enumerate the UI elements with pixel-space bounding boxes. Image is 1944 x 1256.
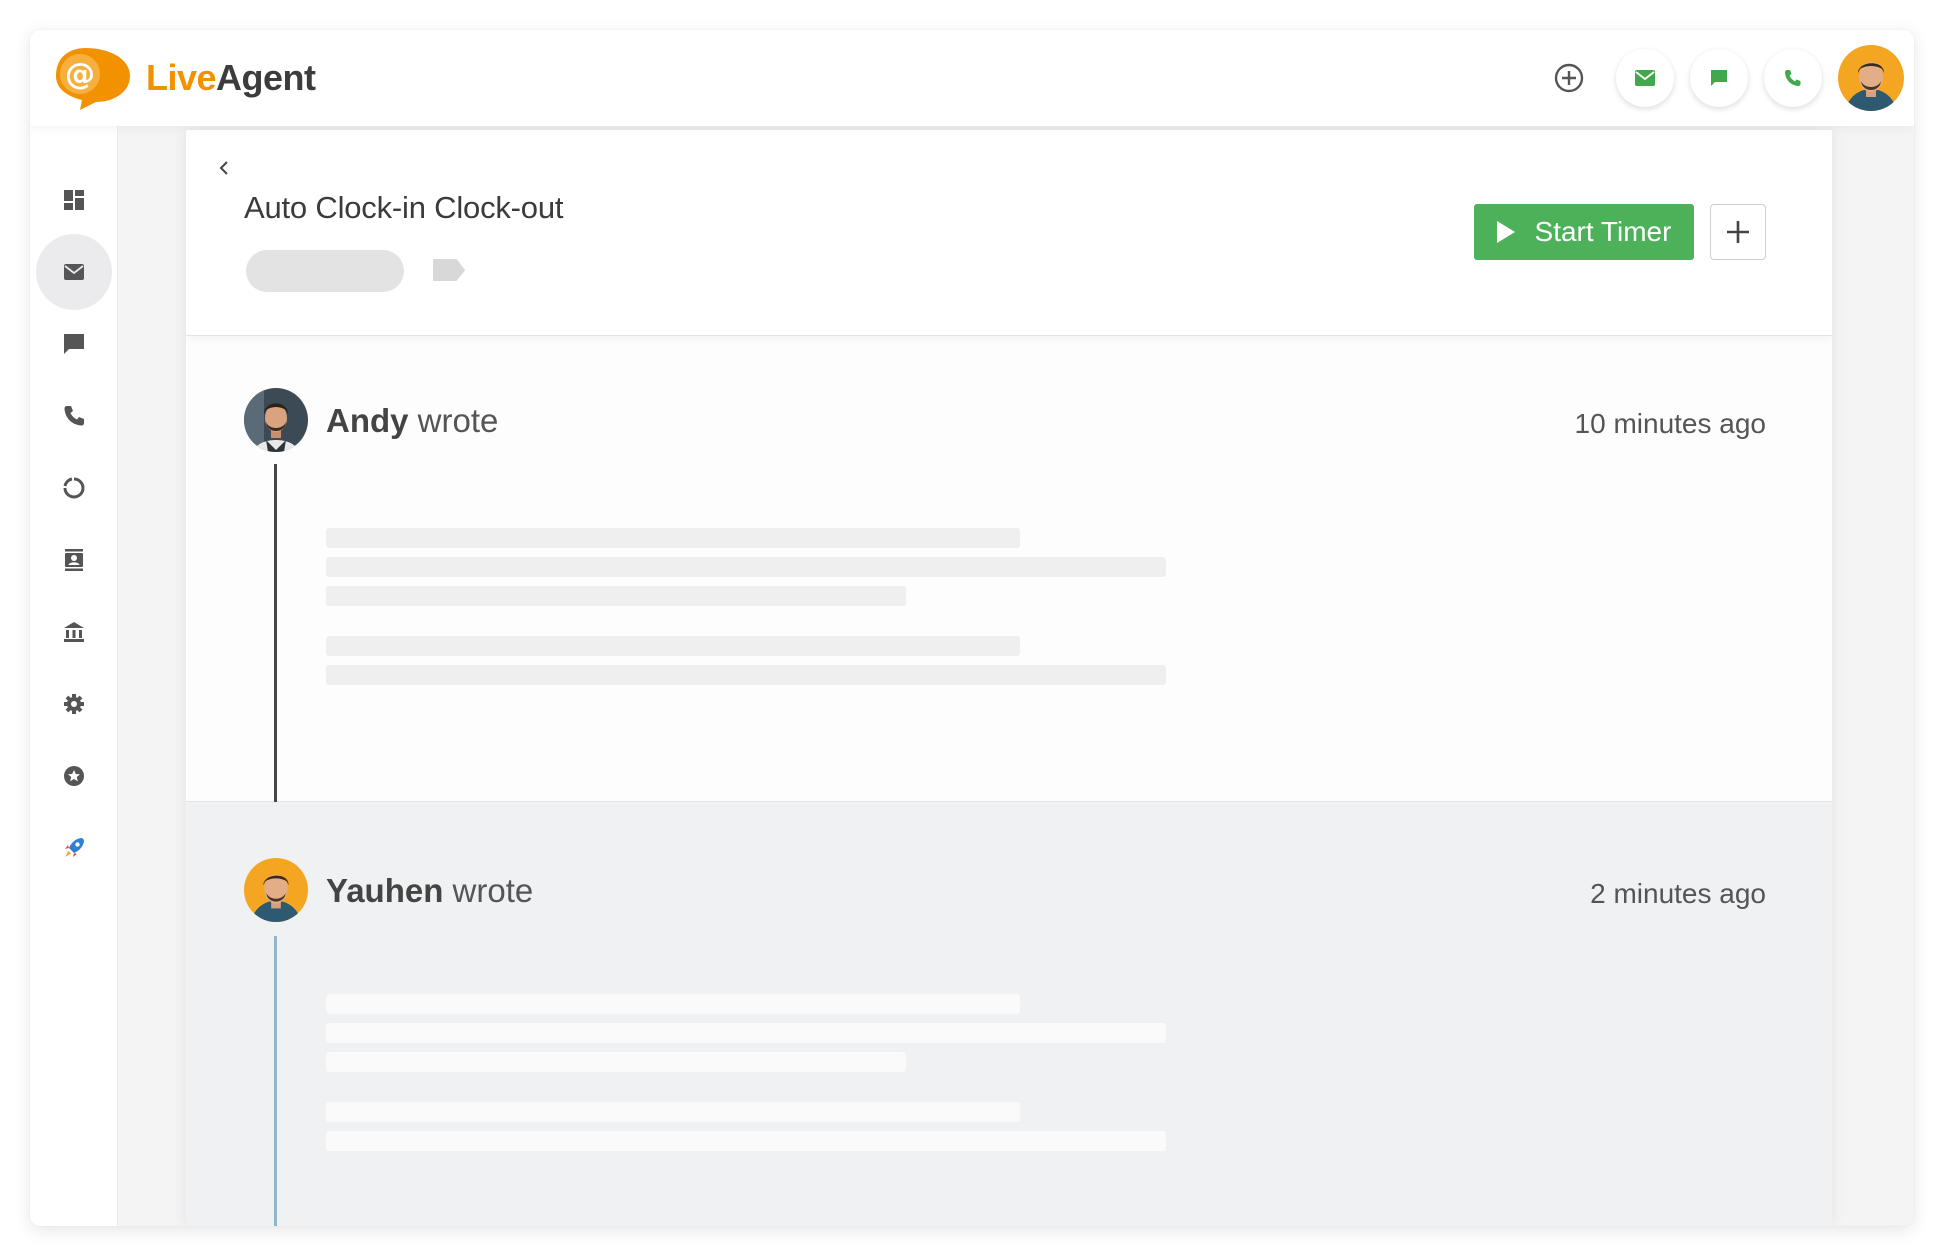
ticket-title: Auto Clock-in Clock-out [244,190,564,225]
author-avatar [244,388,308,452]
sidebar-item-configuration[interactable] [36,666,112,742]
dashboard-icon [64,190,84,210]
message-author: Andy wrote [326,402,498,440]
avatar-image [1838,45,1904,111]
avatar-image [244,858,308,922]
sidebar-item-chats[interactable] [36,306,112,382]
chat-icon [64,334,84,354]
message-time: 2 minutes ago [1590,878,1766,909]
new-email-button[interactable] [1616,49,1674,107]
settings-icon [64,694,84,714]
user-avatar[interactable] [1838,45,1904,111]
chevron-left-icon [219,161,228,175]
sidebar-item-plugins[interactable] [36,738,112,814]
text-placeholder [326,1131,1166,1151]
top-bar: @ LiveAgent [30,30,1914,126]
star-icon [64,766,84,786]
play-icon [1496,221,1515,243]
reports-icon [63,477,85,499]
back-button[interactable] [212,156,236,180]
rocket-icon [65,838,84,857]
sidebar-item-getting-started[interactable] [36,810,112,886]
new-chat-button[interactable] [1690,49,1748,107]
ticket-panel: Auto Clock-in Clock-out Start Timer Andy… [186,130,1832,1226]
text-placeholder [326,1102,1020,1122]
sidebar-item-calls[interactable] [36,378,112,454]
start-timer-button[interactable]: Start Timer [1474,204,1694,260]
knowledgebase-icon [64,622,84,642]
email-icon [1635,70,1655,86]
message-item: Yauhen wrote 2 minutes ago [186,802,1832,1226]
text-placeholder [326,994,1020,1014]
contacts-icon [65,549,83,571]
sidebar [30,126,118,1226]
app-window: @ LiveAgent Auto Clock-in Clock-out Star… [30,30,1914,1226]
sidebar-item-dashboard[interactable] [36,162,112,238]
sidebar-item-tickets[interactable] [36,234,112,310]
brand-agent: Agent [216,57,316,98]
message-author: Yauhen wrote [326,872,533,910]
phone-icon [1785,70,1801,86]
text-placeholder [326,1052,906,1072]
new-item-button[interactable] [1548,57,1590,99]
avatar-image [244,388,308,452]
text-placeholder [326,586,906,606]
plus-circle-icon [1554,63,1584,93]
email-icon [64,264,84,280]
tag-icon[interactable] [432,258,466,282]
sidebar-item-contacts[interactable] [36,522,112,598]
author-verb: wrote [417,402,499,439]
text-placeholder [326,528,1020,548]
plus-icon [1727,221,1749,243]
liveagent-logo[interactable]: @ LiveAgent [52,44,316,112]
author-verb: wrote [452,872,534,909]
svg-text:@: @ [65,57,95,92]
text-placeholder [326,1023,1166,1043]
ticket-header: Auto Clock-in Clock-out Start Timer [186,130,1832,336]
text-placeholder [326,557,1166,577]
brand-name: LiveAgent [146,57,316,99]
add-button[interactable] [1710,204,1766,260]
sidebar-item-reports[interactable] [36,450,112,526]
sidebar-item-knowledgebase[interactable] [36,594,112,670]
new-call-button[interactable] [1764,49,1822,107]
thread-line [274,464,277,802]
message-item: Andy wrote 10 minutes ago [186,336,1832,802]
thread-line [274,936,277,1226]
author-name: Andy [326,402,409,439]
phone-icon [64,406,84,426]
text-placeholder [326,636,1020,656]
author-avatar [244,858,308,922]
message-time: 10 minutes ago [1574,408,1766,439]
author-name: Yauhen [326,872,444,909]
start-timer-label: Start Timer [1534,216,1672,247]
chat-icon [1711,70,1727,86]
brand-live: Live [146,57,217,98]
status-placeholder [246,250,404,292]
text-placeholder [326,665,1166,685]
logo-bubble-icon: @ [56,48,130,110]
top-actions [1548,44,1904,112]
